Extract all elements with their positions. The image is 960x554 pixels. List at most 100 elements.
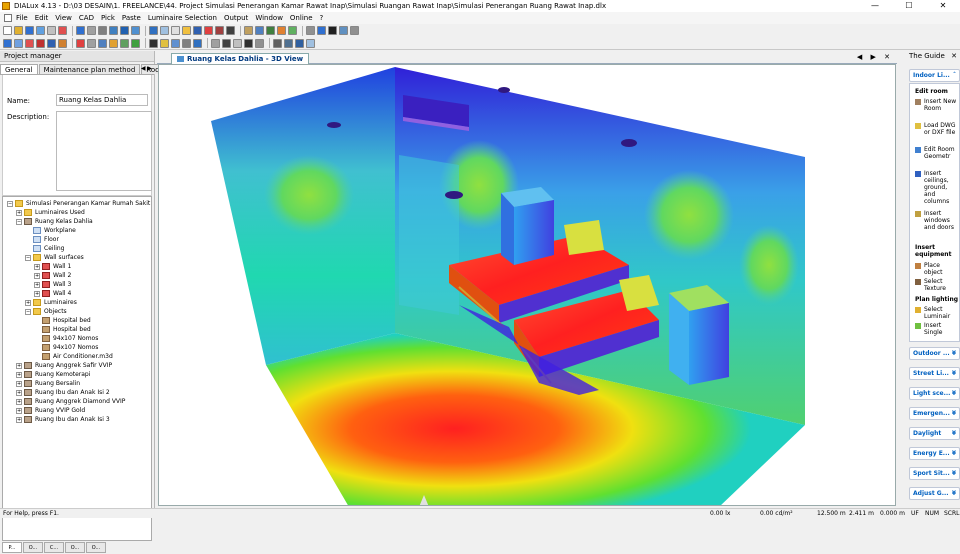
toolbar-button-icon[interactable] — [25, 26, 34, 35]
guide-insert-single[interactable]: Insert Single — [915, 322, 958, 336]
toolbar-button-icon[interactable] — [160, 38, 169, 48]
toolbar-button-icon[interactable] — [3, 26, 12, 35]
expand-icon[interactable]: + — [16, 362, 22, 369]
tree-item[interactable]: + Wall 1 — [34, 262, 71, 271]
expand-icon[interactable]: + — [34, 281, 40, 288]
toolbar-button-icon[interactable] — [244, 38, 253, 48]
toolbar-button-icon[interactable] — [98, 26, 107, 35]
guide-section[interactable]: Adjust G... ¥ — [909, 487, 960, 500]
toolbar-button-icon[interactable] — [204, 26, 213, 35]
toolbar-button-icon[interactable] — [47, 38, 56, 48]
toolbar-button-icon[interactable] — [284, 38, 293, 48]
toolbar-button-icon[interactable] — [109, 38, 118, 48]
guide-section[interactable]: Emergen... ¥ — [909, 407, 960, 420]
tree-item[interactable]: − Simulasi Penerangan Kamar Rumah Sakit — [7, 199, 150, 208]
collapse-icon[interactable]: − — [16, 218, 22, 225]
guide-insert-new-room[interactable]: Insert New Room — [915, 98, 958, 112]
toolbar-button-icon[interactable] — [295, 38, 304, 48]
guide-insert-windows[interactable]: Insert windows and doors — [915, 210, 958, 231]
toolbar-button-icon[interactable] — [273, 38, 282, 48]
expand-icon[interactable]: + — [16, 416, 22, 423]
toolbar-button-icon[interactable] — [266, 26, 275, 35]
close-button[interactable]: ✕ — [926, 0, 960, 12]
tree-item[interactable]: Hospital bed — [34, 316, 91, 325]
tab-scroll-arrows[interactable]: ◀ ▶ — [141, 65, 152, 72]
maximize-button[interactable]: ☐ — [892, 0, 926, 12]
description-field[interactable] — [56, 111, 152, 191]
toolbar-button-icon[interactable] — [87, 38, 96, 48]
toolbar-button-icon[interactable] — [288, 26, 297, 35]
guide-select-luminaire[interactable]: Select Luminair — [915, 306, 958, 320]
tab-colors[interactable]: C... — [44, 542, 64, 553]
toolbar-button-icon[interactable] — [76, 26, 85, 35]
tree-item[interactable]: 94x107 Nomos — [34, 343, 98, 352]
toolbar-button-icon[interactable] — [109, 26, 118, 35]
toolbar-button-icon[interactable] — [339, 26, 348, 35]
tree-item[interactable]: Workplane — [25, 226, 76, 235]
expand-icon[interactable]: + — [16, 389, 22, 396]
tree-item[interactable]: + Ruang Anggrek Safir VVIP — [16, 361, 112, 370]
expand-icon[interactable]: + — [34, 290, 40, 297]
toolbar-button-icon[interactable] — [14, 38, 23, 48]
tree-item[interactable]: Hospital bed — [34, 325, 91, 334]
menu-edit[interactable]: Edit — [35, 14, 49, 22]
toolbar-button-icon[interactable] — [76, 38, 85, 48]
name-field[interactable]: Ruang Kelas Dahlia — [56, 94, 148, 106]
guide-edit-room-geometry[interactable]: Edit Room Geometr — [915, 146, 958, 160]
tree-item[interactable]: + Ruang Anggrek Diamond VVIP — [16, 397, 125, 406]
guide-load-dwg[interactable]: Load DWG or DXF file — [915, 122, 958, 136]
toolbar-button-icon[interactable] — [149, 26, 158, 35]
3d-view-canvas[interactable] — [158, 64, 896, 506]
expand-icon[interactable]: + — [25, 299, 31, 306]
guide-section[interactable]: Sport Sit... ¥ — [909, 467, 960, 480]
expand-icon[interactable]: + — [16, 398, 22, 405]
toolbar-button-icon[interactable] — [171, 38, 180, 48]
tree-item[interactable]: − Ruang Kelas Dahlia — [16, 217, 93, 226]
guide-section[interactable]: Daylight ¥ — [909, 427, 960, 440]
menu-output[interactable]: Output — [224, 14, 248, 22]
toolbar-button-icon[interactable] — [87, 26, 96, 35]
toolbar-button-icon[interactable] — [171, 26, 180, 35]
tree-item[interactable]: Ceiling — [25, 244, 65, 253]
toolbar-button-icon[interactable] — [58, 38, 67, 48]
toolbar-button-icon[interactable] — [193, 26, 202, 35]
toolbar-button-icon[interactable] — [120, 26, 129, 35]
tab-3d-view[interactable]: Ruang Kelas Dahlia - 3D View — [171, 53, 310, 64]
tree-item[interactable]: + Ruang VVIP Gold — [16, 406, 85, 415]
guide-section[interactable]: Light sce... ¥ — [909, 387, 960, 400]
tree-item[interactable]: − Wall surfaces — [25, 253, 84, 262]
toolbar-button-icon[interactable] — [36, 26, 45, 35]
tab-objects[interactable]: O... — [23, 542, 43, 553]
toolbar-button-icon[interactable] — [25, 38, 34, 48]
tree-item[interactable]: 94x107 Nomos — [34, 334, 98, 343]
expand-icon[interactable]: + — [16, 209, 22, 216]
toolbar-button-icon[interactable] — [215, 26, 224, 35]
toolbar-button-icon[interactable] — [14, 26, 23, 35]
toolbar-button-icon[interactable] — [306, 26, 315, 35]
toolbar-button-icon[interactable] — [350, 26, 359, 35]
toolbar-button-icon[interactable] — [244, 26, 253, 35]
expand-icon[interactable]: + — [16, 371, 22, 378]
toolbar-button-icon[interactable] — [149, 38, 158, 48]
minimize-button[interactable]: — — [858, 0, 892, 12]
guide-section[interactable]: Outdoor ... ¥ — [909, 347, 960, 360]
toolbar-button-icon[interactable] — [182, 26, 191, 35]
tree-item[interactable]: − Objects — [25, 307, 67, 316]
menu-file[interactable]: File — [16, 14, 28, 22]
menu-cad[interactable]: CAD — [79, 14, 94, 22]
collapse-icon[interactable]: − — [25, 254, 31, 261]
tab-outputs-1[interactable]: O... — [65, 542, 85, 553]
menu-paste[interactable]: Paste — [122, 14, 141, 22]
toolbar-button-icon[interactable] — [277, 26, 286, 35]
menu-pick[interactable]: Pick — [101, 14, 115, 22]
menu-view[interactable]: View — [55, 14, 72, 22]
project-tree[interactable]: − Simulasi Penerangan Kamar Rumah Sakit + L… — [2, 196, 152, 541]
expand-icon[interactable]: + — [16, 407, 22, 414]
toolbar-button-icon[interactable] — [131, 26, 140, 35]
expand-icon[interactable]: + — [34, 272, 40, 279]
guide-section-indoor[interactable]: Indoor Li... ˆ — [909, 69, 960, 82]
tab-project[interactable]: P... — [2, 542, 22, 553]
toolbar-button-icon[interactable] — [306, 38, 315, 48]
collapse-icon[interactable]: − — [25, 308, 31, 315]
expand-icon[interactable]: + — [34, 263, 40, 270]
